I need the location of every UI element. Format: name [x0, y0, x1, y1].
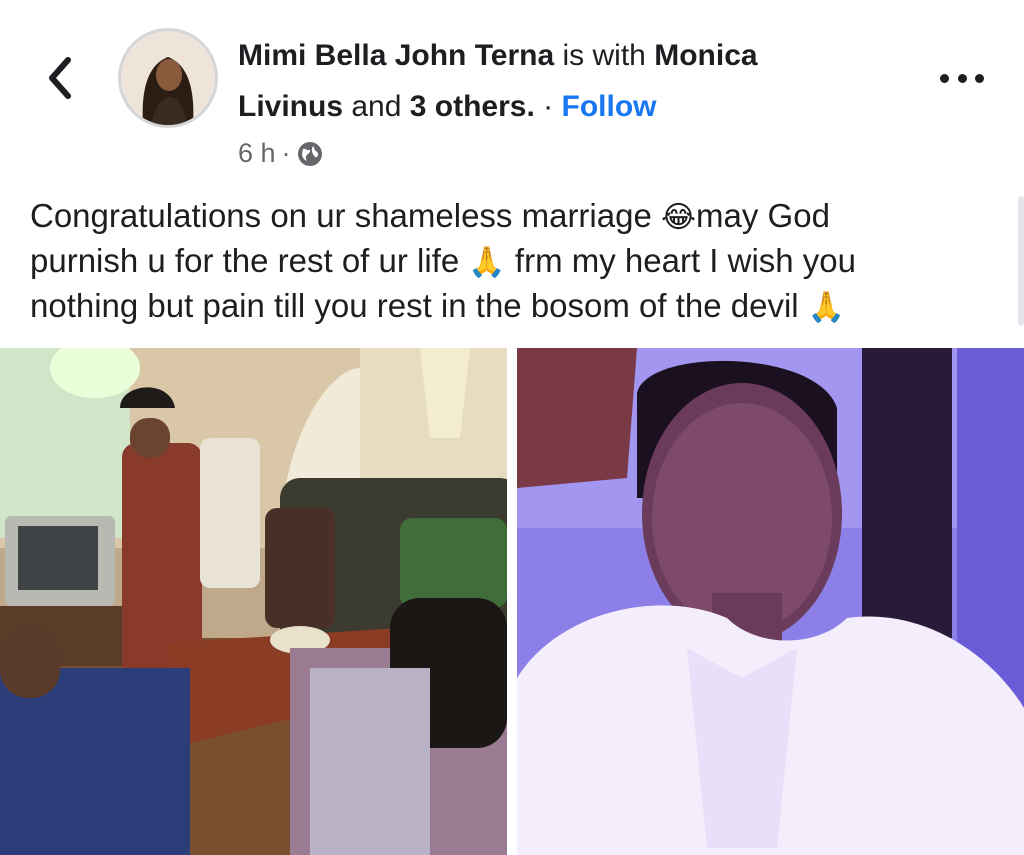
others-link[interactable]: 3 others. [410, 90, 535, 123]
follow-button[interactable]: Follow [562, 90, 657, 123]
avatar-image [121, 31, 215, 125]
scrollbar[interactable] [1018, 196, 1024, 326]
more-dots-icon [957, 73, 967, 83]
post-photo-2[interactable] [517, 348, 1024, 855]
post-text-line-1: Congratulations on ur shameless marriage [30, 197, 661, 234]
tagged-last-name[interactable]: Livinus [238, 90, 343, 123]
back-chevron-icon [49, 57, 71, 99]
post-body: Congratulations on ur shameless marriage… [30, 194, 990, 329]
meta-separator: · [281, 138, 291, 168]
laugh-emoji-icon: 😂 [660, 200, 697, 235]
post-header: Mimi Bella John Terna is with Monica Liv… [238, 30, 928, 169]
tagged-first-name[interactable]: Monica [654, 39, 757, 72]
title-separator: · [543, 90, 554, 123]
with-text: is with [562, 39, 646, 72]
post-photo-1[interactable] [0, 348, 507, 855]
more-dots-icon [975, 73, 984, 83]
back-button[interactable] [34, 52, 86, 104]
author-name[interactable]: Mimi Bella John Terna [238, 39, 554, 72]
pray-emoji-icon: 🙏 [468, 245, 506, 280]
post-screen: Mimi Bella John Terna is with Monica Liv… [0, 0, 1024, 855]
pray-emoji-icon: 🙏 [807, 290, 846, 325]
post-text-line-1b: may God [696, 197, 830, 234]
post-text-line-2b: frm my heart I wish you [505, 242, 857, 279]
post-title: Mimi Bella John Terna is with Monica Liv… [238, 30, 928, 132]
photo-room-scene [0, 348, 507, 855]
more-options-button[interactable] [940, 64, 984, 92]
post-time[interactable]: 6 h [238, 138, 276, 169]
post-text-line-2: purnish u for the rest of ur life [30, 242, 469, 279]
more-dots-icon [940, 73, 949, 83]
and-text: and [351, 90, 402, 123]
globe-icon [297, 141, 322, 166]
post-text-line-3: nothing but pain till you rest in the bo… [30, 287, 808, 324]
post-meta: 6 h · [238, 138, 928, 169]
avatar[interactable] [118, 28, 218, 128]
photo-selfie [517, 348, 1024, 855]
